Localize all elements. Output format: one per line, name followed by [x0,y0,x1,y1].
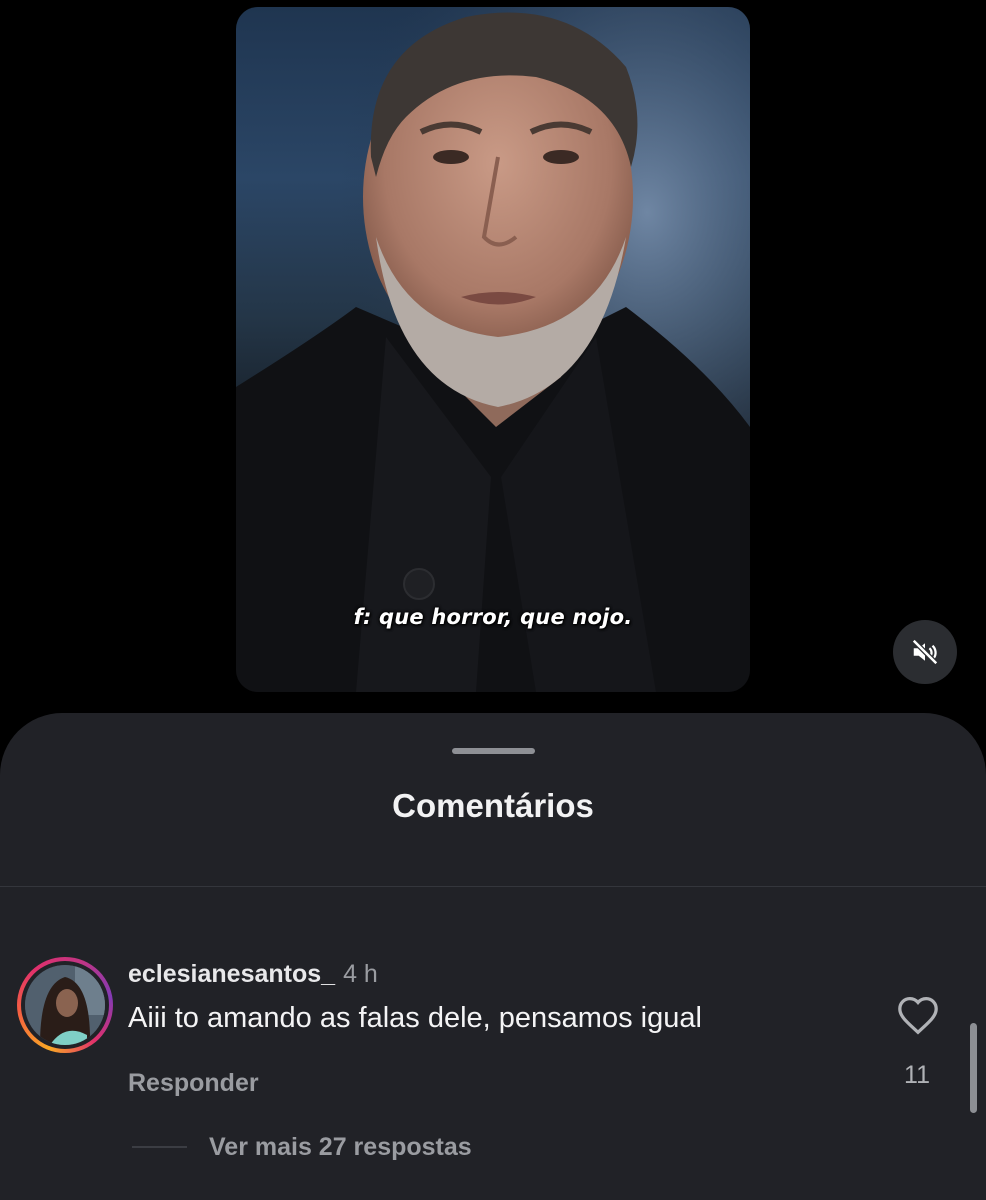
video-player[interactable]: f: que horror, que nojo. [236,7,750,692]
comment-text: Aiii to amando as falas dele, pensamos i… [128,1002,702,1034]
avatar-story-ring[interactable] [17,957,113,1053]
comments-sheet: Comentários eclesianesantos_ 4 h Aiii to … [0,713,986,1200]
scrollbar[interactable] [970,1023,977,1113]
comment-author[interactable]: eclesianesantos_ 4 h [128,960,378,989]
avatar-image [25,965,105,1045]
replies-line [132,1146,187,1148]
app-screen: f: que horror, que nojo. Comentários ecl… [0,0,986,1200]
mute-button[interactable] [893,620,957,684]
comment-time: 4 h [343,960,378,988]
reply-button[interactable]: Responder [128,1069,259,1098]
username[interactable]: eclesianesantos_ [128,960,335,988]
video-caption: f: que horror, que nojo. [353,605,633,629]
heart-outline-icon [898,996,938,1035]
header-divider [0,886,986,887]
speaker-muted-icon [911,638,939,666]
view-more-replies-button[interactable]: Ver mais 27 respostas [209,1133,472,1162]
drag-handle[interactable] [452,748,535,754]
sheet-title: Comentários [392,787,594,824]
like-count: 11 [904,1061,930,1089]
avatar[interactable] [25,965,105,1045]
video-frame-image [236,7,750,692]
like-button[interactable] [896,995,940,1035]
